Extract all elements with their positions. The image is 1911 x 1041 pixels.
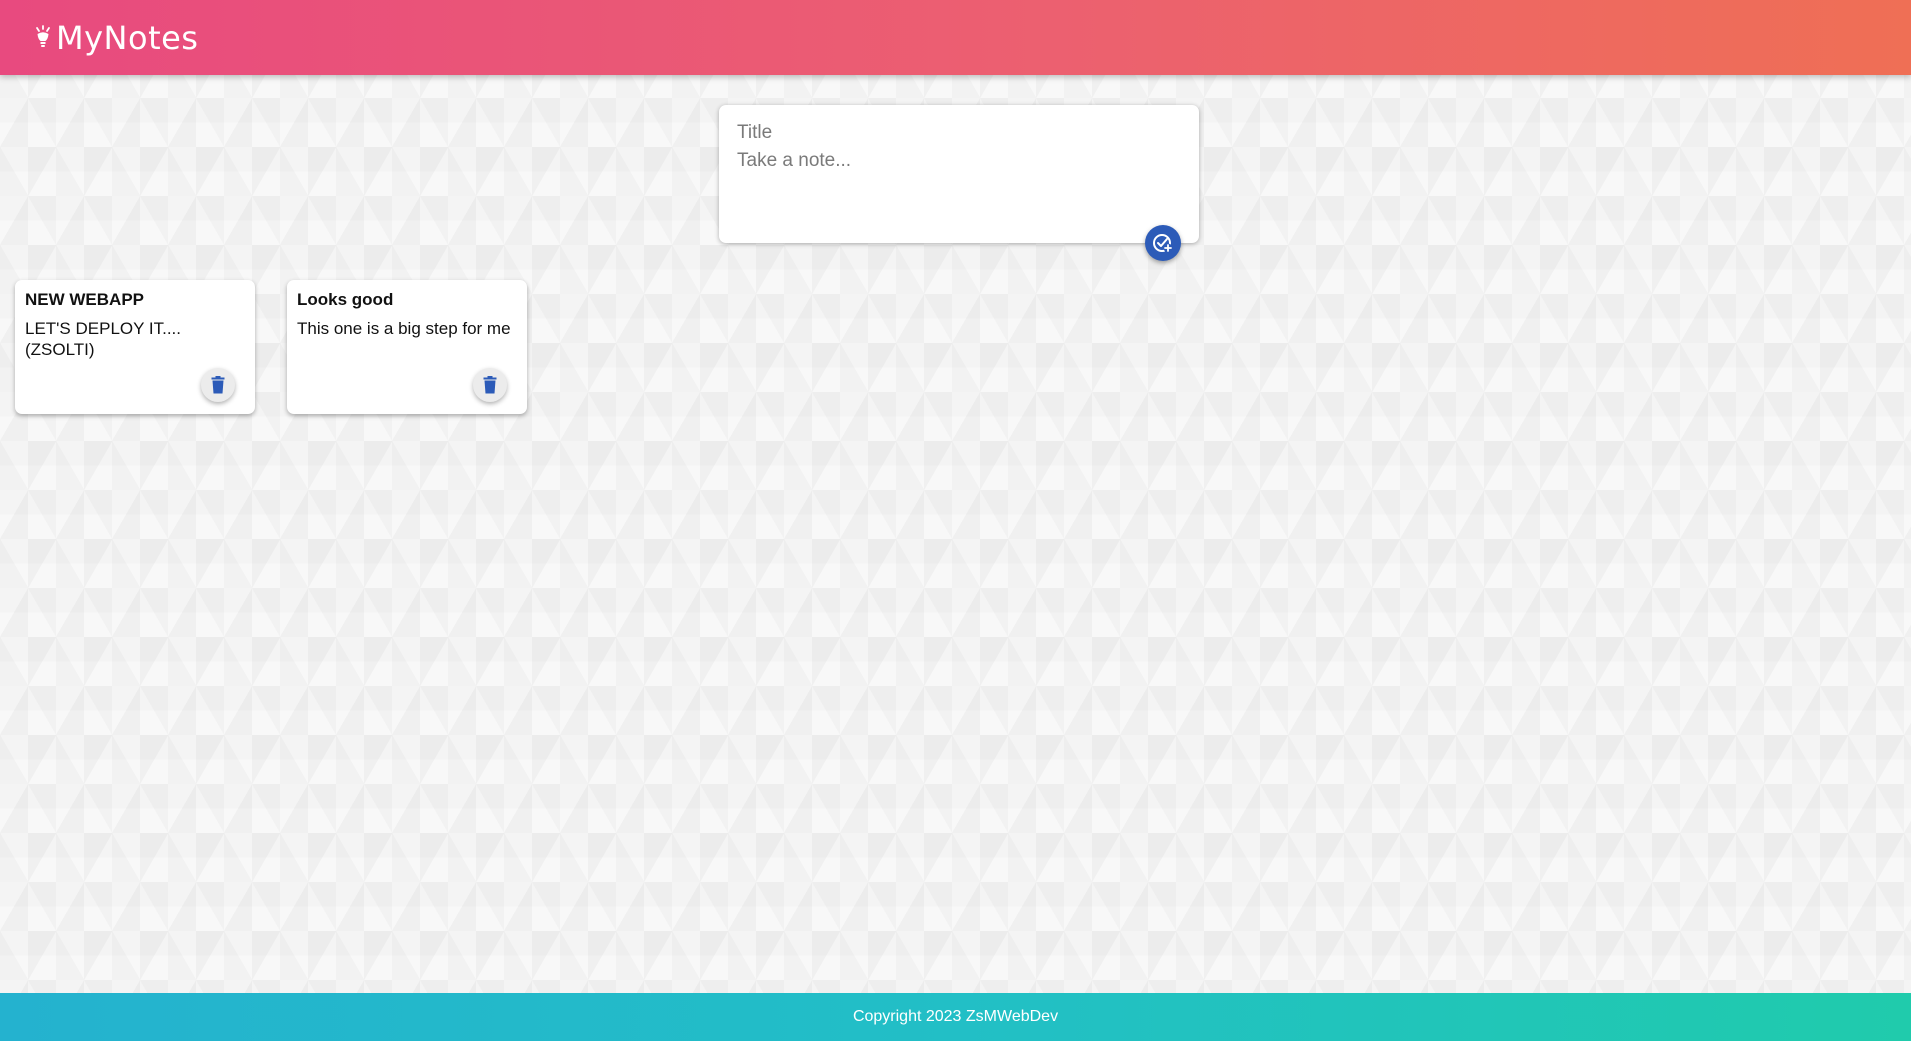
trash-icon [211, 376, 225, 394]
app-header: MyNotes [0, 0, 1911, 75]
note-content: This one is a big step for me [297, 319, 511, 338]
add-check-icon [1152, 232, 1174, 254]
note-card: Looks good This one is a big step for me [287, 280, 527, 414]
add-note-button[interactable] [1145, 225, 1181, 261]
app-title: MyNotes [56, 18, 199, 57]
trash-icon [483, 376, 497, 394]
app-footer: Copyright 2023 ZsMWebDev [0, 993, 1911, 1041]
note-title: Looks good [297, 290, 394, 309]
brand[interactable]: MyNotes [34, 19, 198, 57]
note-title-input[interactable] [737, 119, 1181, 147]
note-title: NEW WEBAPP [25, 290, 144, 309]
lightbulb-icon [34, 24, 52, 51]
delete-note-button[interactable] [473, 368, 507, 402]
note-content: LET'S DEPLOY IT.... (ZSOLTI) [25, 319, 181, 359]
copyright-text: Copyright 2023 ZsMWebDev [852, 1008, 1059, 1025]
note-card: NEW WEBAPP LET'S DEPLOY IT.... (ZSOLTI) [15, 280, 255, 414]
note-composer [719, 105, 1199, 261]
delete-note-button[interactable] [201, 368, 235, 402]
note-content-input[interactable] [737, 150, 1181, 220]
